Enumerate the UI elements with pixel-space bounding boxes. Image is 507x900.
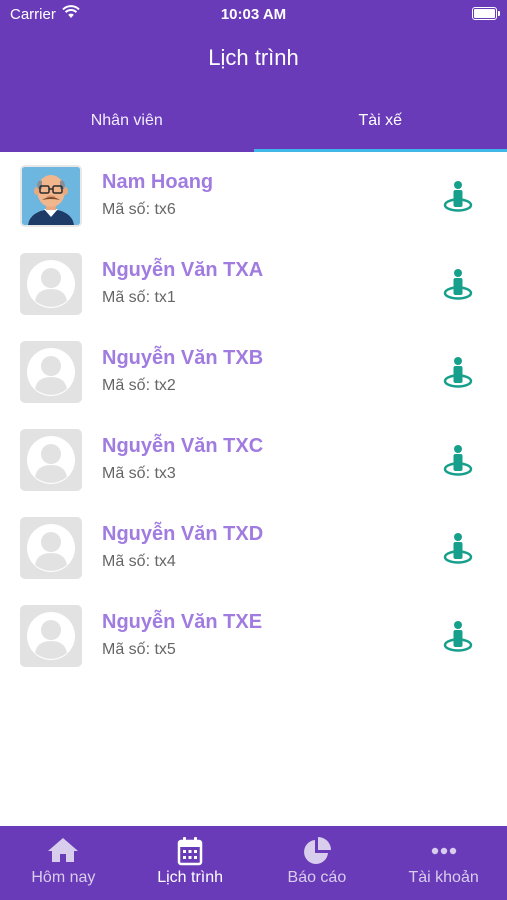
driver-code: Mã số: tx3	[102, 465, 176, 482]
battery-icon	[472, 7, 500, 20]
nav-today[interactable]: Hôm nay	[0, 826, 127, 900]
default-person-avatar	[20, 429, 82, 491]
driver-name: Nguyễn Văn TXA	[102, 259, 264, 281]
pie-chart-icon	[303, 837, 331, 864]
cartoon-man-avatar	[20, 165, 82, 227]
tab-drivers[interactable]: Tài xế	[253, 102, 507, 152]
driver-name: Nguyễn Văn TXB	[102, 347, 264, 369]
tab-employees[interactable]: Nhân viên	[0, 102, 254, 152]
driver-code: Mã số: tx4	[102, 553, 176, 570]
status-bar: Carrier 10:03 AM	[0, 0, 507, 30]
default-person-avatar	[20, 605, 82, 667]
default-person-avatar	[20, 517, 82, 579]
nav-label: Tài khoản	[408, 869, 479, 886]
driver-name: Nam Hoang	[102, 171, 214, 193]
driver-code: Mã số: tx6	[102, 201, 176, 218]
driver-code: Mã số: tx1	[102, 289, 176, 306]
nav-label: Lịch trình	[157, 869, 224, 886]
more-icon	[431, 847, 456, 855]
location-person-icon[interactable]	[441, 268, 475, 302]
driver-name: Nguyễn Văn TXC	[102, 435, 264, 457]
list-item[interactable]: Nguyễn Văn TXB Mã số: tx2	[0, 328, 507, 416]
list-item[interactable]: Nguyễn Văn TXA Mã số: tx1	[0, 240, 507, 328]
driver-name: Nguyễn Văn TXE	[102, 611, 263, 633]
bottom-tab-bar: Hôm nay Lịch trình Báo cáo Tài khoản	[0, 826, 507, 900]
default-person-avatar	[20, 253, 82, 315]
nav-label: Hôm nay	[31, 869, 96, 886]
location-person-icon[interactable]	[441, 620, 475, 654]
nav-label: Báo cáo	[287, 869, 347, 886]
driver-list: Nam Hoang Mã số: tx6 Nguyễn Văn TXA Mã s…	[0, 152, 507, 680]
location-person-icon[interactable]	[441, 356, 475, 390]
nav-report[interactable]: Báo cáo	[254, 826, 381, 900]
driver-name: Nguyễn Văn TXD	[102, 523, 264, 545]
app-header: Carrier 10:03 AM Lịch trình Nhân viên Tà…	[0, 0, 507, 152]
tab-bar: Nhân viên Tài xế	[0, 102, 507, 152]
page-title: Lịch trình	[208, 45, 299, 70]
list-item[interactable]: Nam Hoang Mã số: tx6	[0, 152, 507, 240]
default-person-avatar	[20, 341, 82, 403]
location-person-icon[interactable]	[441, 532, 475, 566]
driver-code: Mã số: tx2	[102, 377, 176, 394]
list-item[interactable]: Nguyễn Văn TXE Mã số: tx5	[0, 592, 507, 680]
status-time: 10:03 AM	[220, 6, 287, 23]
driver-code: Mã số: tx5	[102, 641, 176, 658]
nav-schedule[interactable]: Lịch trình	[127, 826, 254, 900]
list-item[interactable]: Nguyễn Văn TXD Mã số: tx4	[0, 504, 507, 592]
nav-account[interactable]: Tài khoản	[380, 826, 507, 900]
list-item[interactable]: Nguyễn Văn TXC Mã số: tx3	[0, 416, 507, 504]
home-icon	[48, 838, 79, 862]
location-person-icon[interactable]	[441, 180, 475, 214]
location-person-icon[interactable]	[441, 444, 475, 478]
calendar-icon	[177, 837, 203, 866]
